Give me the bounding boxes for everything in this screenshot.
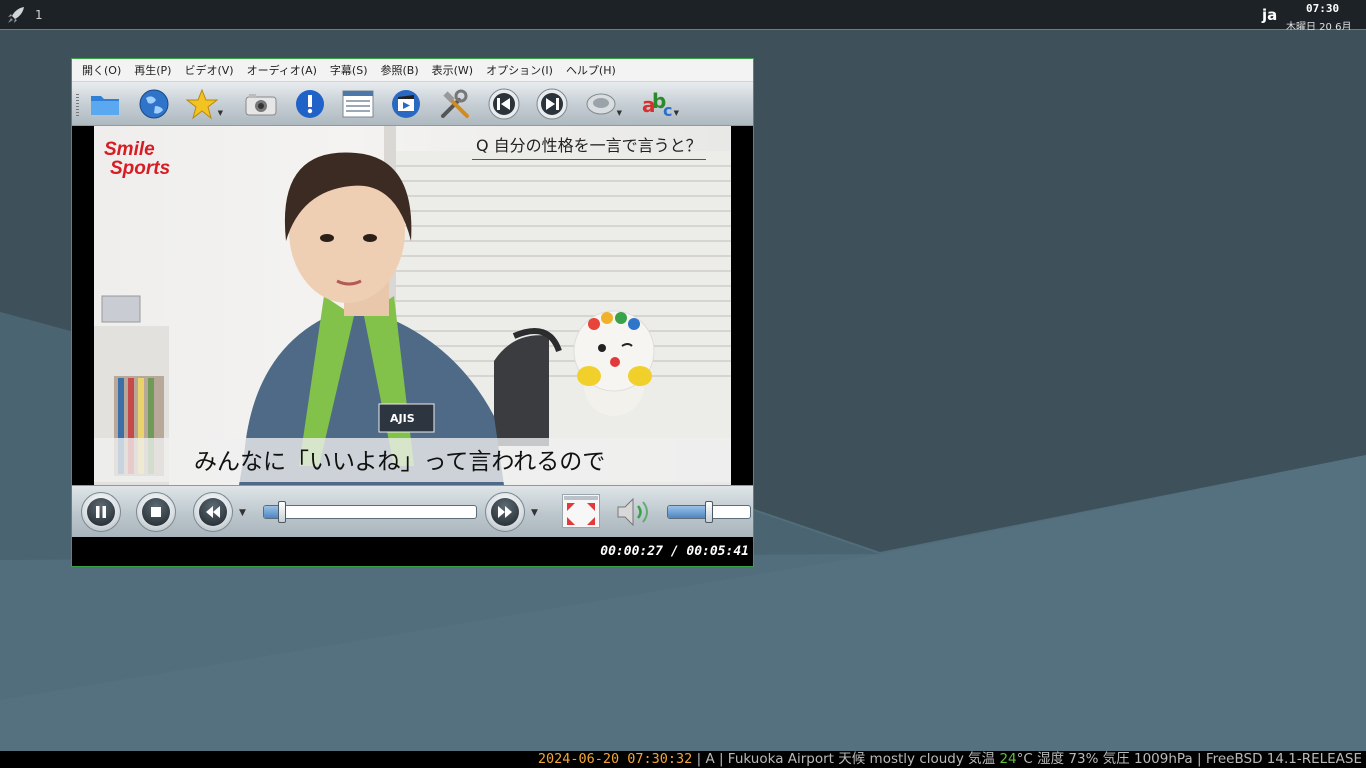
menu-video[interactable]: ビデオ(V): [184, 62, 233, 78]
video-area[interactable]: AJIS Smile Sports Q 自分の性格を一言で言うと？ みんなに「い…: [72, 126, 753, 485]
svg-text:c: c: [663, 101, 672, 120]
menu-view[interactable]: 表示(W): [432, 62, 473, 78]
open-file-button[interactable]: [88, 87, 122, 121]
favorites-star-icon: [186, 88, 218, 120]
menu-help[interactable]: ヘルプ(H): [566, 62, 616, 78]
menu-audio[interactable]: オーディオ(A): [247, 62, 317, 78]
info-icon: [296, 90, 324, 118]
playlist-button[interactable]: [341, 87, 375, 121]
fullscreen-button[interactable]: [562, 494, 600, 528]
chevron-down-icon: ▼: [616, 109, 622, 117]
toolbar: ▼ ▼ a b c ▼: [72, 82, 753, 126]
audio-track-button[interactable]: ▼: [584, 87, 622, 121]
audio-track-icon: [586, 93, 616, 115]
status-temperature: 24: [999, 751, 1017, 767]
pause-icon: [87, 498, 115, 526]
rewind-icon: [199, 498, 227, 526]
ime-indicator[interactable]: ja: [1262, 6, 1277, 24]
rocket-launcher-icon[interactable]: [6, 5, 26, 25]
next-icon: [536, 88, 568, 120]
stop-button[interactable]: [136, 492, 176, 532]
menu-play[interactable]: 再生(P): [134, 62, 171, 78]
volume-level: [668, 506, 710, 518]
pause-button[interactable]: [81, 492, 121, 532]
volume-handle[interactable]: [705, 501, 713, 523]
volume-icon[interactable]: [616, 496, 654, 528]
seek-bar[interactable]: [263, 505, 477, 519]
clock-time: 07:30: [1306, 2, 1340, 15]
chevron-down-icon: ▼: [673, 109, 679, 117]
subtitle-track-icon: a b c: [642, 89, 672, 120]
next-button[interactable]: [535, 87, 569, 121]
info-button[interactable]: [293, 87, 327, 121]
screenshot-button[interactable]: [244, 87, 278, 121]
chevron-down-icon[interactable]: ▼: [239, 508, 246, 518]
menu-browse[interactable]: 参照(B): [381, 62, 419, 78]
top-panel: 1 ja 07:30 木曜日 20 6月: [0, 0, 1366, 30]
screenshot-camera-icon: [245, 94, 277, 116]
video-equalizer-icon: [392, 90, 420, 118]
preferences-tools-icon: [441, 89, 469, 118]
subtitle-track-button[interactable]: a b c ▼: [641, 87, 679, 121]
subtitle-text: みんなに「いいよね」って言われるので: [194, 449, 606, 475]
chevron-down-icon: ▼: [217, 109, 223, 117]
status-datetime: 2024-06-20 07:30:32: [537, 751, 693, 767]
video-equalizer-button[interactable]: [389, 87, 423, 121]
seek-handle[interactable]: [278, 501, 287, 523]
status-system-text: °C 湿度 73% 気圧 1009hPa | FreeBSD 14.1-RELE…: [1016, 751, 1362, 767]
preferences-button[interactable]: [438, 87, 472, 121]
menu-bar: 開く(O) 再生(P) ビデオ(V) オーディオ(A) 字幕(S) 参照(B) …: [72, 59, 753, 82]
stop-icon: [142, 498, 170, 526]
svg-text:AJIS: AJIS: [390, 412, 415, 425]
fast-forward-icon: [491, 498, 519, 526]
status-weather-text: | A | Fukuoka Airport 天候 mostly cloudy 気…: [692, 751, 1000, 767]
menu-open[interactable]: 開く(O): [82, 62, 121, 78]
channel-logo: Smile Sports: [104, 140, 204, 178]
forward-button[interactable]: [485, 492, 525, 532]
logo-line1: Smile: [104, 139, 155, 160]
time-display: 00:00:27 / 00:05:41: [600, 544, 749, 559]
clock-date: 木曜日 20 6月: [1286, 22, 1352, 30]
bottom-status-bar: 2024-06-20 07:30:32 | A | Fukuoka Airpor…: [0, 751, 1366, 768]
playback-controls: ▼ ▼: [72, 485, 753, 537]
globe-icon: [139, 89, 169, 119]
video-scene: AJIS: [94, 126, 731, 485]
toolbar-grip[interactable]: [76, 94, 79, 116]
favorites-button[interactable]: ▼: [185, 87, 223, 121]
menu-subtitles[interactable]: 字幕(S): [330, 62, 368, 78]
status-bar: 00:00:27 / 00:05:41: [72, 537, 753, 566]
chevron-down-icon[interactable]: ▼: [531, 508, 538, 518]
logo-line2: Sports: [110, 158, 171, 179]
playlist-icon: [342, 90, 374, 118]
question-caption: Q 自分の性格を一言で言うと？: [472, 132, 706, 160]
previous-icon: [488, 88, 520, 120]
fullscreen-icon: [564, 496, 598, 525]
rewind-button[interactable]: [193, 492, 233, 532]
workspace-indicator[interactable]: 1: [35, 8, 43, 22]
menu-options[interactable]: オプション(I): [486, 62, 553, 78]
media-player-window[interactable]: 開く(O) 再生(P) ビデオ(V) オーディオ(A) 字幕(S) 参照(B) …: [71, 58, 754, 567]
open-url-button[interactable]: [137, 87, 171, 121]
folder-icon: [91, 96, 119, 115]
video-frame: AJIS Smile Sports Q 自分の性格を一言で言うと？ みんなに「い…: [94, 126, 731, 485]
previous-button[interactable]: [487, 87, 521, 121]
